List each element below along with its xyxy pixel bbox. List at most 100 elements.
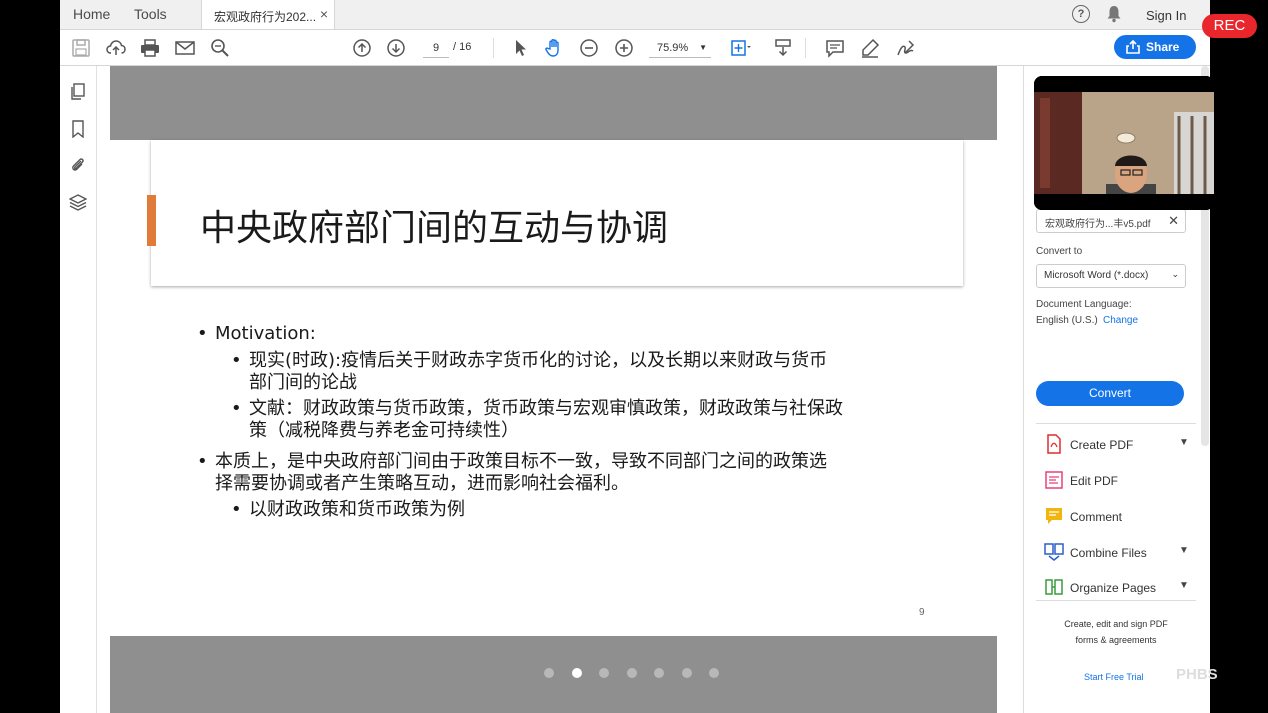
- chevron-down-icon[interactable]: ▼: [1179, 437, 1189, 448]
- save-icon[interactable]: [70, 37, 92, 59]
- convert-format-select[interactable]: Microsoft Word (*.docx) ⌄: [1036, 264, 1186, 288]
- start-free-trial-link[interactable]: Start Free Trial: [1084, 672, 1144, 682]
- bullet-line: 部门间的论战: [249, 372, 357, 393]
- sign-in-link[interactable]: Sign In: [1146, 8, 1186, 23]
- pages-icon[interactable]: [69, 83, 87, 101]
- convert-format-value: Microsoft Word (*.docx): [1044, 270, 1149, 281]
- doc-language-value: English (U.S.): [1036, 315, 1098, 326]
- sign-icon[interactable]: [894, 37, 916, 59]
- comment-icon[interactable]: [824, 37, 846, 59]
- document-tab[interactable]: 宏观政府行为202... ×: [201, 0, 335, 29]
- previous-page-icon[interactable]: [351, 37, 373, 59]
- promo-line-2: forms & agreements: [1075, 635, 1157, 645]
- comment-tool-icon: [1046, 508, 1062, 524]
- carousel-dot[interactable]: [544, 668, 554, 678]
- page-number-input[interactable]: 9: [423, 39, 449, 58]
- bullet-line: 本质上，是中央政府部门间由于政策目标不一致，导致不同部门之间的政策选: [215, 451, 827, 472]
- carousel-dot[interactable]: [599, 668, 609, 678]
- phbs-watermark: PHBS: [1176, 666, 1218, 683]
- bullet-dot: •: [231, 350, 242, 371]
- doc-language-label: Document Language:: [1036, 299, 1132, 310]
- document-tab-title: 宏观政府行为202...: [214, 10, 317, 24]
- cloud-upload-icon[interactable]: [105, 37, 127, 59]
- bullet-dot: •: [197, 323, 208, 344]
- fit-page-icon[interactable]: [729, 37, 751, 59]
- change-language-link[interactable]: Change: [1103, 315, 1138, 326]
- slide-title: 中央政府部门间的互动与协调: [200, 208, 669, 249]
- bullet-line: 文献：财政政策与货币政策，货币政策与宏观审慎政策，财政政策与社保政: [249, 398, 843, 419]
- bullet-line: Motivation:: [215, 323, 316, 344]
- layers-icon[interactable]: [68, 193, 88, 211]
- select-cursor-icon[interactable]: [509, 37, 531, 59]
- tools-link[interactable]: Tools: [134, 6, 167, 22]
- tool-label: Combine Files: [1070, 546, 1147, 560]
- bullet-dot: •: [197, 451, 208, 472]
- bullet-essence: • 本质上，是中央政府部门间由于政策目标不一致，导致不同部门之间的政策选 择需要…: [197, 451, 827, 495]
- share-button[interactable]: Share: [1114, 35, 1196, 59]
- combine-files-icon: [1044, 543, 1064, 561]
- next-page-icon[interactable]: [385, 37, 407, 59]
- zoom-select[interactable]: 75.9% ▼: [649, 39, 711, 58]
- file-name: 宏观政府行为...丰v5.pdf: [1045, 219, 1151, 230]
- carousel-dot[interactable]: [627, 668, 637, 678]
- tool-organize-pages[interactable]: Organize Pages ▼: [1044, 577, 1194, 599]
- toolbar: 9 / 16 75.9% ▼ Share: [60, 30, 1210, 66]
- slide-page-number: 9: [919, 607, 925, 618]
- remove-file-icon[interactable]: ✕: [1168, 213, 1179, 229]
- chevron-down-icon: ⌄: [1171, 269, 1179, 279]
- bullet-line: 现实(时政):疫情后关于财政赤字货币化的讨论，以及长期以来财政与货币: [249, 350, 828, 371]
- tool-label: Create PDF: [1070, 438, 1134, 452]
- chevron-down-icon[interactable]: ▼: [1179, 580, 1189, 591]
- zoom-out-icon[interactable]: [578, 37, 600, 59]
- scroll-mode-icon[interactable]: [772, 37, 794, 59]
- pane-divider: [1036, 423, 1196, 424]
- tool-edit-pdf[interactable]: Edit PDF: [1044, 470, 1194, 492]
- recording-badge: REC: [1202, 14, 1257, 38]
- bullet-motivation: • Motivation:: [197, 323, 316, 345]
- close-tab-icon[interactable]: ×: [320, 6, 328, 22]
- tool-combine-files[interactable]: Combine Files ▼: [1044, 542, 1194, 564]
- share-label: Share: [1146, 40, 1180, 54]
- create-pdf-icon: [1047, 434, 1061, 454]
- promo-line-1: Create, edit and sign PDF: [1064, 619, 1168, 629]
- home-link[interactable]: Home: [73, 6, 110, 22]
- tool-label: Comment: [1070, 510, 1123, 524]
- convert-button[interactable]: Convert: [1036, 381, 1184, 406]
- zoom-value: 75.9%: [657, 42, 689, 54]
- tool-label: Edit PDF: [1070, 474, 1119, 488]
- help-icon[interactable]: ?: [1072, 5, 1090, 23]
- tool-label: Organize Pages: [1070, 581, 1157, 595]
- zoom-in-icon[interactable]: [613, 37, 635, 59]
- page-gap-top: [110, 66, 997, 140]
- convert-to-label: Convert to: [1036, 246, 1083, 257]
- print-icon[interactable]: [139, 37, 161, 59]
- pane-divider: [1036, 600, 1196, 601]
- search-icon[interactable]: [209, 37, 231, 59]
- bullet-line: 以财政政策和货币政策为例: [249, 499, 465, 520]
- bullet-line: 策（减税降费与养老金可持续性）: [249, 420, 519, 441]
- bullet-example: • 以财政政策和货币政策为例: [231, 499, 465, 521]
- webcam-overlay: [1034, 76, 1214, 210]
- carousel-dot[interactable]: [682, 668, 692, 678]
- chevron-down-icon[interactable]: ▼: [1179, 545, 1189, 556]
- hand-tool-icon[interactable]: [543, 37, 565, 59]
- webcam-feed-image: [1034, 76, 1214, 210]
- bookmark-icon[interactable]: [69, 120, 87, 139]
- bullet-current-events: • 现实(时政):疫情后关于财政赤字货币化的讨论，以及长期以来财政与货币 部门间…: [231, 350, 828, 394]
- bullet-line: 择需要协调或者产生策略互动，进而影响社会福利。: [215, 473, 629, 494]
- left-rail: [60, 66, 97, 713]
- tool-comment[interactable]: Comment: [1044, 506, 1194, 528]
- toolbar-divider: [493, 38, 494, 58]
- email-icon[interactable]: [174, 37, 196, 59]
- bell-icon[interactable]: [1106, 5, 1122, 28]
- attachment-icon[interactable]: [69, 156, 87, 174]
- carousel-dot[interactable]: [654, 668, 664, 678]
- title-accent-bar: [147, 195, 156, 246]
- highlight-pen-icon[interactable]: [859, 37, 881, 59]
- toolbar-divider: [805, 38, 806, 58]
- tool-create-pdf[interactable]: Create PDF ▼: [1044, 434, 1194, 456]
- carousel-dot-active[interactable]: [572, 668, 582, 678]
- carousel-dot[interactable]: [709, 668, 719, 678]
- bullet-dot: •: [231, 398, 242, 419]
- bullet-literature: • 文献：财政政策与货币政策，货币政策与宏观审慎政策，财政政策与社保政 策（减税…: [231, 398, 843, 442]
